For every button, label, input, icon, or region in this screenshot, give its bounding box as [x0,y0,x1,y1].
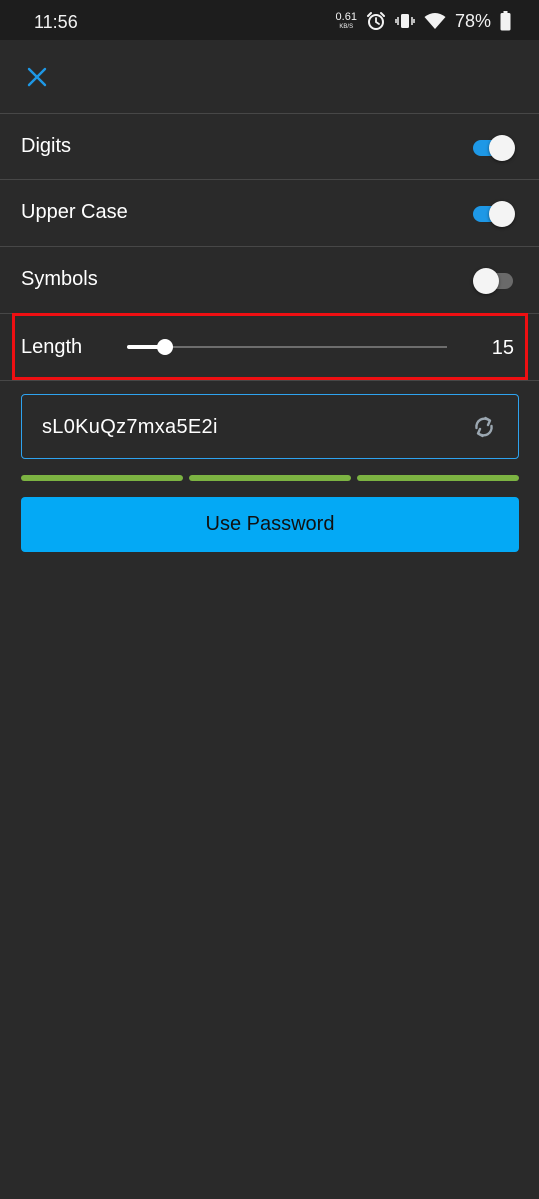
upper-case-toggle[interactable] [473,200,515,228]
strength-segment [21,475,183,481]
password-strength-bar [21,475,519,481]
upper-case-toggle-thumb [489,201,515,227]
upper-case-row[interactable]: Upper Case [0,179,539,246]
symbols-toggle-thumb [473,268,499,294]
network-speed: 0.61 KB/S [335,11,357,31]
strength-segment [357,475,519,481]
length-row: Length 15 [0,313,539,381]
refresh-button[interactable] [468,411,500,443]
close-icon [27,67,47,87]
symbols-row[interactable]: Symbols [0,246,539,313]
password-text[interactable]: sL0KuQz7mxa5E2i [42,416,218,439]
symbols-label: Symbols [21,268,98,290]
length-label: Length [21,336,83,358]
battery-percent: 78% [454,10,491,31]
length-slider-rail [127,346,447,348]
use-password-button[interactable]: Use Password [21,497,519,552]
status-time: 11:56 [34,12,78,32]
vibrate-icon [395,14,415,28]
close-button[interactable] [18,58,56,96]
digits-label: Digits [21,135,72,157]
strength-segment [189,475,351,481]
network-speed-value: 0.61 [335,11,357,23]
length-slider[interactable] [127,336,447,358]
status-icons: 0.61 KB/S 78% [336,9,511,33]
battery-icon [500,11,511,31]
digits-toggle[interactable] [473,134,515,162]
password-field[interactable]: sL0KuQz7mxa5E2i [21,394,519,459]
digits-row[interactable]: Digits [0,113,539,180]
length-value: 15 [491,337,514,359]
symbols-toggle[interactable] [473,267,515,295]
alarm-icon [366,12,385,30]
digits-toggle-thumb [489,135,515,161]
wifi-icon [424,13,446,29]
status-bar: 11:56 0.61 KB/S 78% [0,0,539,40]
network-speed-unit: KB/S [339,24,354,30]
upper-case-label: Upper Case [21,201,128,223]
refresh-icon [475,416,493,438]
toolbar [0,40,539,114]
length-slider-thumb[interactable] [157,339,173,355]
